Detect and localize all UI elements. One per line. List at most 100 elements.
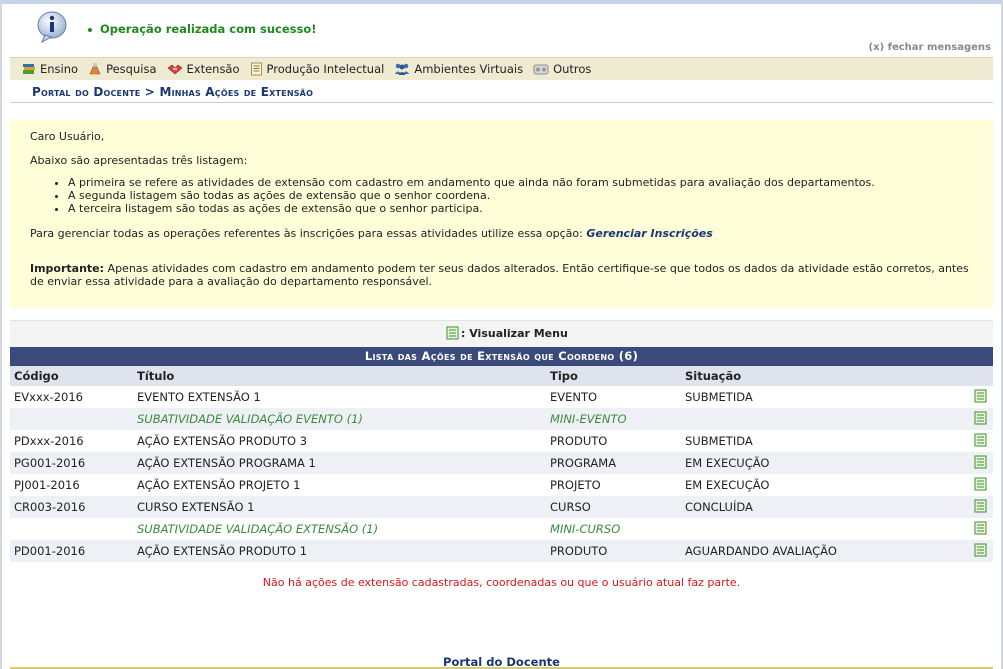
cell-title: AÇÃO EXTENSÃO PRODUTO 1: [133, 540, 546, 562]
manage-registrations-text: Para gerenciar todas as operações refere…: [30, 227, 713, 240]
table-row: PJ001-2016 AÇÃO EXTENSÃO PROJETO 1 PROJETO…: [10, 474, 993, 496]
view-details-button[interactable]: [974, 543, 987, 560]
column-header-tipo: Tipo: [546, 366, 681, 386]
cell-type: MINI-EVENTO: [546, 408, 681, 430]
cell-status: [681, 518, 951, 540]
close-messages-link[interactable]: (x) fechar mensagens: [869, 42, 991, 53]
cell-actions: [951, 452, 993, 474]
greeting-text: Caro Usuário,: [30, 130, 105, 143]
left-frame-border: [0, 0, 2, 669]
cell-actions: [951, 496, 993, 518]
menu-item-producao-intelectual[interactable]: Produção Intelectual: [250, 62, 385, 76]
view-menu-button[interactable]: : Visualizar Menu: [446, 326, 568, 340]
menu-item-label: Pesquisa: [106, 62, 157, 76]
cell-title: AÇÃO EXTENSÃO PROGRAMA 1: [133, 452, 546, 474]
table-row: SUBATIVIDADE VALIDAÇÃO EXTENSÃO (1) MINI-…: [10, 518, 993, 540]
cell-status: [681, 408, 951, 430]
view-details-button[interactable]: [974, 499, 987, 516]
instructions-panel: Caro Usuário, Abaixo são apresentadas tr…: [10, 120, 993, 308]
lead-text: Abaixo são apresentadas três listagem:: [30, 154, 248, 167]
cell-code: PG001-2016: [10, 452, 133, 474]
cell-code: PD001-2016: [10, 540, 133, 562]
menu-item-outros[interactable]: Outros: [533, 62, 591, 76]
cell-actions: [951, 518, 993, 540]
breadcrumb: Portal do Docente > Minhas Ações de Exte…: [10, 80, 993, 103]
view-details-button[interactable]: [974, 455, 987, 472]
table-row: PD001-2016 AÇÃO EXTENSÃO PRODUTO 1 PRODUTO…: [10, 540, 993, 562]
menu-item-pesquisa[interactable]: Pesquisa: [88, 62, 157, 76]
manage-text: Para gerenciar todas as operações refere…: [30, 227, 587, 240]
cell-type: PRODUTO: [546, 540, 681, 562]
message-bullet: [88, 27, 92, 32]
menu-item-ensino[interactable]: Ensino: [22, 62, 78, 76]
view-details-icon: [974, 543, 987, 556]
column-header-situacao: Situação: [681, 366, 951, 386]
cell-code: EVxxx-2016: [10, 386, 133, 408]
cell-code: [10, 518, 133, 540]
view-menu-bar: : Visualizar Menu: [10, 320, 993, 347]
cell-title: EVENTO EXTENSÃO 1: [133, 386, 546, 408]
menu-item-ambientes-virtuais[interactable]: Ambientes Virtuais: [394, 62, 523, 76]
tools-icon: [533, 64, 549, 75]
table-caption: Lista das Ações de Extensão que Coordeno…: [10, 347, 993, 366]
cell-type: PROJETO: [546, 474, 681, 496]
document-icon: [250, 62, 262, 76]
instructions-list: A primeira se refere as atividades de ex…: [50, 176, 875, 215]
table-row: SUBATIVIDADE VALIDAÇÃO EVENTO (1) MINI-EV…: [10, 408, 993, 430]
menu-item-label: Extensão: [186, 62, 240, 76]
view-details-button[interactable]: [974, 411, 987, 428]
column-header-codigo: Código: [10, 366, 133, 386]
view-details-button[interactable]: [974, 477, 987, 494]
column-header-actions: [951, 366, 993, 386]
table-row: CR003-2016 CURSO EXTENSÃO 1 CURSO CONCLUÍDA: [10, 496, 993, 518]
view-details-button[interactable]: [974, 521, 987, 538]
view-details-icon: [974, 499, 987, 512]
cell-title: AÇÃO EXTENSÃO PROJETO 1: [133, 474, 546, 496]
menu-item-label: Ensino: [40, 62, 79, 76]
cell-type: PROGRAMA: [546, 452, 681, 474]
manage-registrations-link[interactable]: Gerenciar Inscrições: [586, 227, 712, 240]
cell-code: CR003-2016: [10, 496, 133, 518]
cell-actions: [951, 408, 993, 430]
cell-type: CURSO: [546, 496, 681, 518]
important-label: Importante:: [30, 262, 105, 275]
menu-item-label: Outros: [553, 62, 592, 76]
view-details-icon: [974, 389, 987, 402]
cell-status: SUBMETIDA: [681, 386, 951, 408]
important-text: Apenas atividades com cadastro em andame…: [30, 262, 969, 288]
view-details-icon: [974, 411, 987, 424]
view-details-icon: [974, 455, 987, 468]
cell-status: CONCLUÍDA: [681, 496, 951, 518]
flask-icon: [89, 63, 101, 75]
table-row: EVxxx-2016 EVENTO EXTENSÃO 1 EVENTO SUBMETI…: [10, 386, 993, 408]
cell-title: SUBATIVIDADE VALIDAÇÃO EVENTO (1): [133, 408, 546, 430]
view-details-icon: [974, 521, 987, 534]
cell-status: SUBMETIDA: [681, 430, 951, 452]
table-header-row: Código Título Tipo Situação: [10, 366, 993, 386]
menu-item-extensao[interactable]: Extensão: [167, 62, 240, 76]
success-message: Operação realizada com sucesso!: [88, 22, 316, 36]
column-header-titulo: Título: [133, 366, 546, 386]
main-menu: Ensino Pesquisa Extensão Produção Intele…: [10, 57, 993, 80]
cell-status: AGUARDANDO AVALIAÇÃO: [681, 540, 951, 562]
success-message-text: Operação realizada com sucesso!: [100, 22, 317, 36]
message-panel: Operação realizada com sucesso! (x) fech…: [10, 4, 993, 56]
important-note: Importante: Apenas atividades com cadast…: [30, 262, 980, 288]
list-item: A primeira se refere as atividades de ex…: [68, 176, 875, 189]
list-item: A terceira listagem são todas as ações d…: [68, 202, 875, 215]
cell-actions: [951, 540, 993, 562]
empty-list-note: Não há ações de extensão cadastradas, co…: [262, 576, 741, 589]
cell-actions: [951, 386, 993, 408]
cell-title: SUBATIVIDADE VALIDAÇÃO EXTENSÃO (1): [133, 518, 546, 540]
view-details-button[interactable]: [974, 433, 987, 450]
cell-actions: [951, 474, 993, 496]
menu-item-label: Produção Intelectual: [266, 62, 385, 76]
view-details-button[interactable]: [974, 389, 987, 406]
cell-code: PDxxx-2016: [10, 430, 133, 452]
cell-status: EM EXECUÇÃO: [681, 452, 951, 474]
view-details-icon: [974, 477, 987, 490]
cell-status: EM EXECUÇÃO: [681, 474, 951, 496]
cell-code: PJ001-2016: [10, 474, 133, 496]
table-row: PDxxx-2016 AÇÃO EXTENSÃO PRODUTO 3 PRODUTO…: [10, 430, 993, 452]
cell-type: PRODUTO: [546, 430, 681, 452]
